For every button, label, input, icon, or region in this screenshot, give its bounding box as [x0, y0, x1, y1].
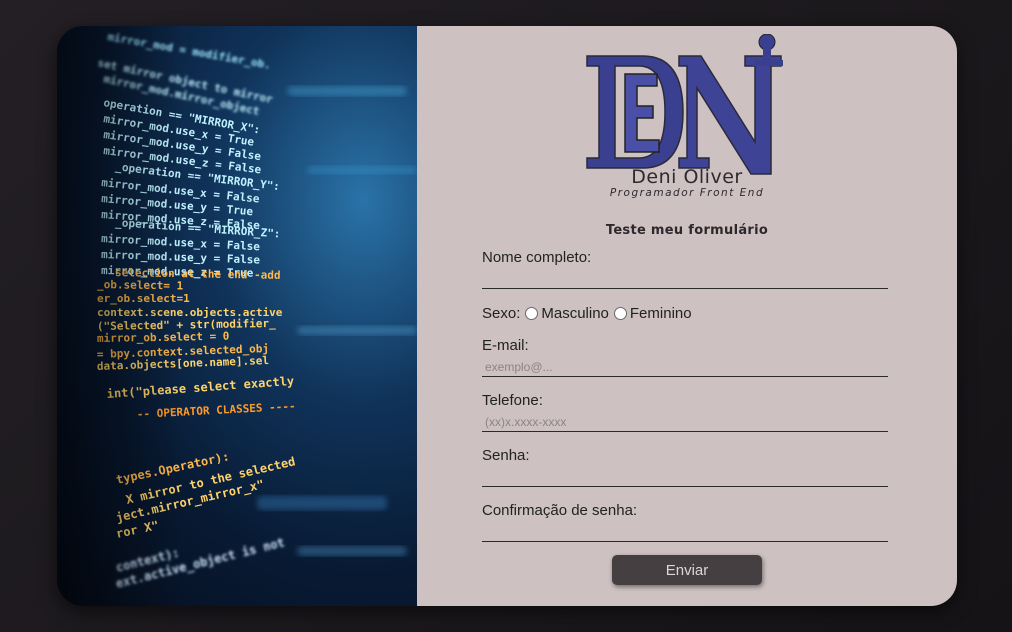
phone-input[interactable]	[482, 410, 888, 432]
confirm-password-label: Confirmação de senha:	[482, 502, 638, 519]
signup-card: mirror_mod = modifier_ob.set mirror obje…	[57, 26, 957, 606]
email-field: E-mail:	[482, 337, 888, 377]
email-label: E-mail:	[482, 337, 529, 354]
phone-label: Telefone:	[482, 392, 543, 409]
sexo-label: Sexo:	[482, 304, 521, 322]
feminino-label: Feminino	[629, 304, 692, 322]
form-panel: Deni Oliver Programador Front End Teste …	[417, 26, 957, 606]
sexo-group: Sexo: Masculino Feminino	[482, 303, 692, 323]
full-name-input[interactable]	[482, 267, 888, 289]
confirm-password-field: Confirmação de senha:	[482, 502, 888, 542]
masculino-radio[interactable]	[525, 306, 539, 320]
masculino-label: Masculino	[541, 304, 609, 322]
password-field: Senha:	[482, 447, 888, 487]
password-input[interactable]	[482, 465, 888, 487]
brand-subtitle: Programador Front End	[609, 187, 765, 199]
full-name-label: Nome completo:	[482, 249, 592, 266]
email-input[interactable]	[482, 355, 888, 377]
feminino-radio[interactable]	[613, 306, 627, 320]
form-title: Teste meu formulário	[605, 223, 769, 238]
phone-field: Telefone:	[482, 392, 888, 432]
submit-button[interactable]: Enviar	[612, 555, 762, 585]
brand-name: Deni Oliver	[631, 166, 743, 188]
code-image-svg: mirror_mod = modifier_ob.set mirror obje…	[57, 26, 417, 606]
password-label: Senha:	[482, 447, 530, 464]
full-name-field: Nome completo:	[482, 249, 888, 289]
confirm-password-input[interactable]	[482, 520, 888, 542]
code-background-image: mirror_mod = modifier_ob.set mirror obje…	[57, 26, 417, 606]
